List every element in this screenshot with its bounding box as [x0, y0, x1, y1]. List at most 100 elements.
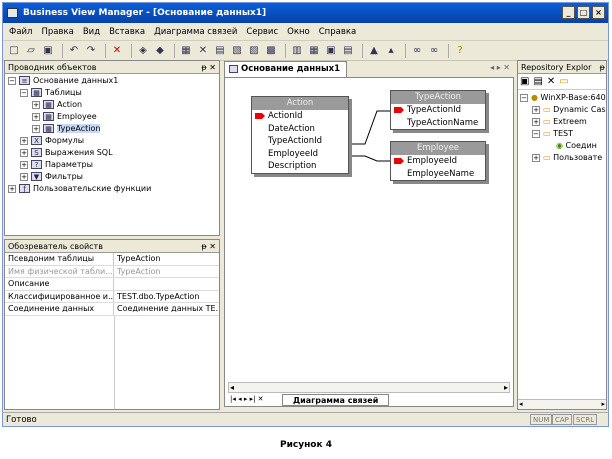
menu-view[interactable]: Вид [83, 27, 100, 37]
tree-user-funcs[interactable]: + ƒ Пользовательские функции [5, 183, 219, 195]
menu-edit[interactable]: Правка [41, 27, 73, 37]
lock-icon[interactable]: ▲ [367, 44, 381, 58]
tab-diagram[interactable]: Диаграмма связей [282, 394, 390, 406]
menu-help[interactable]: Справка [319, 27, 356, 37]
key-icon [394, 107, 404, 113]
scroll-right-icon[interactable]: ▸ [504, 383, 508, 392]
tab-document[interactable]: Основание данных1 [224, 61, 348, 77]
tree-icon[interactable]: ▴ [384, 44, 398, 58]
scroll-left-icon[interactable]: ◂ [230, 383, 234, 392]
repo-item-connection[interactable]: ◉ Соедин [518, 140, 606, 152]
table-typeaction[interactable]: TypeAction TypeActionId TypeActionName [390, 90, 486, 130]
param-icon: ? [31, 160, 42, 169]
menu-service[interactable]: Сервис [246, 27, 278, 37]
field-row[interactable]: ActionId [252, 110, 348, 123]
field-row[interactable]: DateAction [252, 123, 348, 136]
layout-icon[interactable]: ▣ [324, 44, 338, 58]
menu-diagram[interactable]: Диаграмма связей [154, 27, 237, 37]
add-view-icon[interactable]: ◆ [153, 44, 167, 58]
minimize-button[interactable]: _ [562, 6, 575, 19]
open-icon[interactable]: ▱ [24, 44, 38, 58]
table-icon: ▦ [31, 88, 42, 97]
prop-row[interactable]: Описание [5, 278, 219, 291]
formula-icon[interactable]: ✕ [196, 44, 210, 58]
tree-table-employee[interactable]: + ▦ Employee [5, 111, 219, 123]
field-row[interactable]: EmployeeName [391, 168, 485, 181]
status-bar: Готово NUM CAP SCRL [2, 412, 609, 426]
new-folder-icon[interactable]: ▤ [533, 76, 542, 87]
maximize-button[interactable]: □ [577, 6, 590, 19]
properties-icon[interactable]: ▣ [520, 76, 529, 87]
help-icon[interactable]: ? [453, 44, 467, 58]
document-icon [229, 65, 238, 73]
undo-icon[interactable]: ↶ [67, 44, 81, 58]
tree-root[interactable]: − ≡ Основание данных1 [5, 75, 219, 87]
folder-icon: ▭ [543, 105, 551, 114]
key-icon [394, 158, 404, 164]
link-icon[interactable]: ▥ [290, 44, 304, 58]
prop-row[interactable]: Соединение данных Соединение данных TE... [5, 303, 219, 316]
disconnect-icon[interactable]: ∞ [427, 44, 441, 58]
repo-item-server[interactable]: − ● WinXP-Base:640 [518, 92, 606, 104]
menu-file[interactable]: Файл [9, 27, 32, 37]
tab-nav-icons[interactable]: ◂ ▸ ✕ [490, 63, 510, 72]
diagram-canvas[interactable]: Action ActionId DateAction TypeActionId … [224, 77, 514, 407]
toolbar: □ ▱ ▣ ↶ ↷ ✕ ◈ ◆ ▦ ✕ ▤ ▧ ▨ ▩ ▥ ▦ ▣ ▤ ▲ ▴ … [3, 41, 608, 61]
pin-close-icons[interactable]: ᵽ ✕ [201, 240, 216, 253]
tree-params[interactable]: +? Параметры [5, 159, 219, 171]
field-row[interactable]: TypeActionName [391, 117, 485, 130]
close-button[interactable]: × [592, 6, 605, 19]
table-employee[interactable]: Employee EmployeeId EmployeeName [390, 141, 486, 181]
pin-close-icons[interactable]: ᵽ ✕ [201, 61, 216, 74]
bottom-tabs: |◂ ◂ ▸ ▸| ✕ Диаграмма связей [228, 394, 510, 406]
menu-insert[interactable]: Вставка [109, 27, 145, 37]
sql-icon[interactable]: ▤ [213, 44, 227, 58]
tree-formulas[interactable]: + X Формулы [5, 135, 219, 147]
object-explorer: Проводник объектов ᵽ ✕ − ≡ Основание данны… [4, 60, 220, 236]
folder-icon[interactable]: ▭ [559, 76, 568, 87]
table-icon[interactable]: ▦ [179, 44, 193, 58]
horizontal-scrollbar[interactable]: ◂ ▸ [228, 382, 510, 393]
redo-icon[interactable]: ↷ [84, 44, 98, 58]
tree-table-action[interactable]: + ▦ Action [5, 99, 219, 111]
tree-filters[interactable]: + ▼ Фильтры [5, 171, 219, 183]
repo-item-folder[interactable]: + ▭ Dynamic Cas [518, 104, 606, 116]
repo-item-folder[interactable]: − ▭ TEST [518, 128, 606, 140]
tree-sql[interactable]: + S Выражения SQL [5, 147, 219, 159]
field-row[interactable]: TypeActionId [252, 135, 348, 148]
arrange-icon[interactable]: ▤ [341, 44, 355, 58]
folder-icon: ▭ [543, 129, 551, 138]
menu-window[interactable]: Окно [287, 27, 310, 37]
join-icon[interactable]: ▦ [307, 44, 321, 58]
add-table-icon[interactable]: ◈ [136, 44, 150, 58]
tab-nav-icons[interactable]: |◂ ◂ ▸ ▸| ✕ [230, 395, 264, 403]
tree-table-typeaction[interactable]: + ▦ TypeAction [5, 123, 219, 135]
explorer-header: Проводник объектов ᵽ ✕ [5, 61, 219, 74]
props-header: Обозреватель свойств ᵽ ✕ [5, 240, 219, 253]
field-row[interactable]: TypeActionId [391, 104, 485, 117]
repo-item-folder[interactable]: + ▭ Пользовате [518, 152, 606, 164]
connect-icon[interactable]: ∞ [410, 44, 424, 58]
field-row[interactable]: Description [252, 160, 348, 173]
sql-icon: S [31, 148, 42, 157]
cap-indicator: CAP [552, 414, 572, 425]
prop-row[interactable]: Классифицированное и... TEST.dbo.TypeActi… [5, 290, 219, 303]
param-icon[interactable]: ▨ [247, 44, 261, 58]
field-row[interactable]: EmployeeId [391, 155, 485, 168]
new-icon[interactable]: □ [7, 44, 21, 58]
copy-icon[interactable]: ▩ [264, 44, 278, 58]
prop-row[interactable]: Псевдоним таблицы TypeAction [5, 253, 219, 266]
field-row[interactable]: EmployeeId [252, 148, 348, 161]
delete-icon[interactable]: ✕ [547, 76, 555, 87]
repo-scrollbar[interactable]: ◂ ▸ [518, 399, 606, 409]
figure-caption: Рисунок 4 [279, 440, 332, 450]
pin-icon[interactable]: ᵽ [600, 61, 605, 74]
table-action[interactable]: Action ActionId DateAction TypeActionId … [251, 96, 349, 174]
delete-icon[interactable]: ✕ [110, 44, 124, 58]
filter-icon[interactable]: ▧ [230, 44, 244, 58]
tree-tables[interactable]: − ▦ Таблицы [5, 87, 219, 99]
repo-item-folder[interactable]: + ▭ Extreem [518, 116, 606, 128]
num-indicator: NUM [530, 414, 553, 425]
repo-header: Repository Explor ᵽ [518, 61, 606, 74]
save-icon[interactable]: ▣ [41, 44, 55, 58]
